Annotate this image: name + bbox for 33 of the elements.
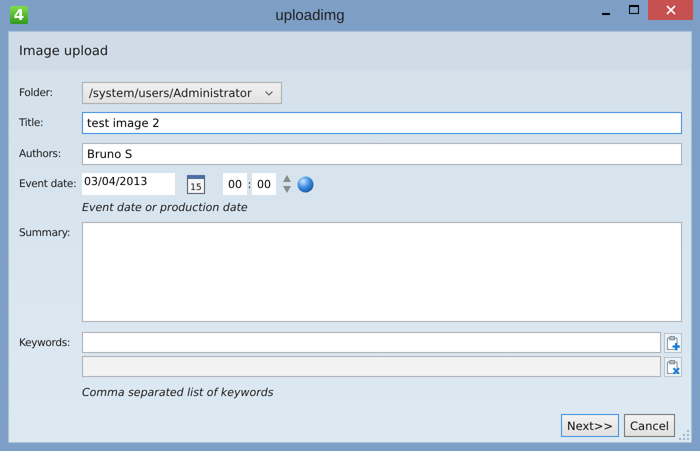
close-icon — [666, 5, 676, 15]
time-separator: : — [247, 178, 252, 190]
next-button[interactable]: Next>> — [560, 414, 620, 437]
text-field[interactable]: Bruno S — [82, 143, 682, 165]
field-label: Keywords: — [19, 336, 72, 351]
date-field[interactable]: 03/04/2013 — [82, 173, 175, 195]
caret-icon — [265, 90, 273, 96]
spinner-icon[interactable] — [282, 174, 292, 194]
folder-dropdown[interactable]: /system/users/Administrator — [82, 82, 282, 104]
field-label: Event date: — [19, 177, 78, 192]
cancel-button[interactable]: Cancel — [624, 414, 675, 437]
text-field[interactable]: test image 2 — [82, 112, 682, 134]
summary-field[interactable] — [82, 222, 682, 322]
minute-field[interactable]: 00 — [252, 173, 276, 195]
window-title: uploadimg — [274, 7, 346, 24]
field-label: Title: — [19, 116, 44, 131]
dialog-heading: Image upload — [19, 44, 108, 58]
add-keyword-button[interactable] — [664, 332, 682, 352]
field-label: Summary: — [19, 226, 72, 241]
field-label: Authors: — [19, 147, 62, 162]
maximize-icon — [629, 5, 639, 15]
close-button[interactable] — [648, 0, 693, 20]
hour-field[interactable]: 00 — [223, 173, 247, 195]
app-icon: 4 — [10, 6, 28, 24]
minimize-icon — [602, 12, 610, 14]
globe-icon[interactable] — [297, 176, 314, 192]
keyword-field[interactable] — [82, 332, 661, 353]
hint-text: Event date or production date — [82, 200, 249, 214]
hint-text: Comma separated list of keywords — [82, 385, 274, 399]
calendar-icon[interactable]: 15 — [187, 174, 205, 194]
remove-keyword-button[interactable] — [664, 356, 682, 376]
field-label: Folder: — [19, 86, 54, 101]
resize-grip-icon[interactable] — [679, 430, 689, 440]
